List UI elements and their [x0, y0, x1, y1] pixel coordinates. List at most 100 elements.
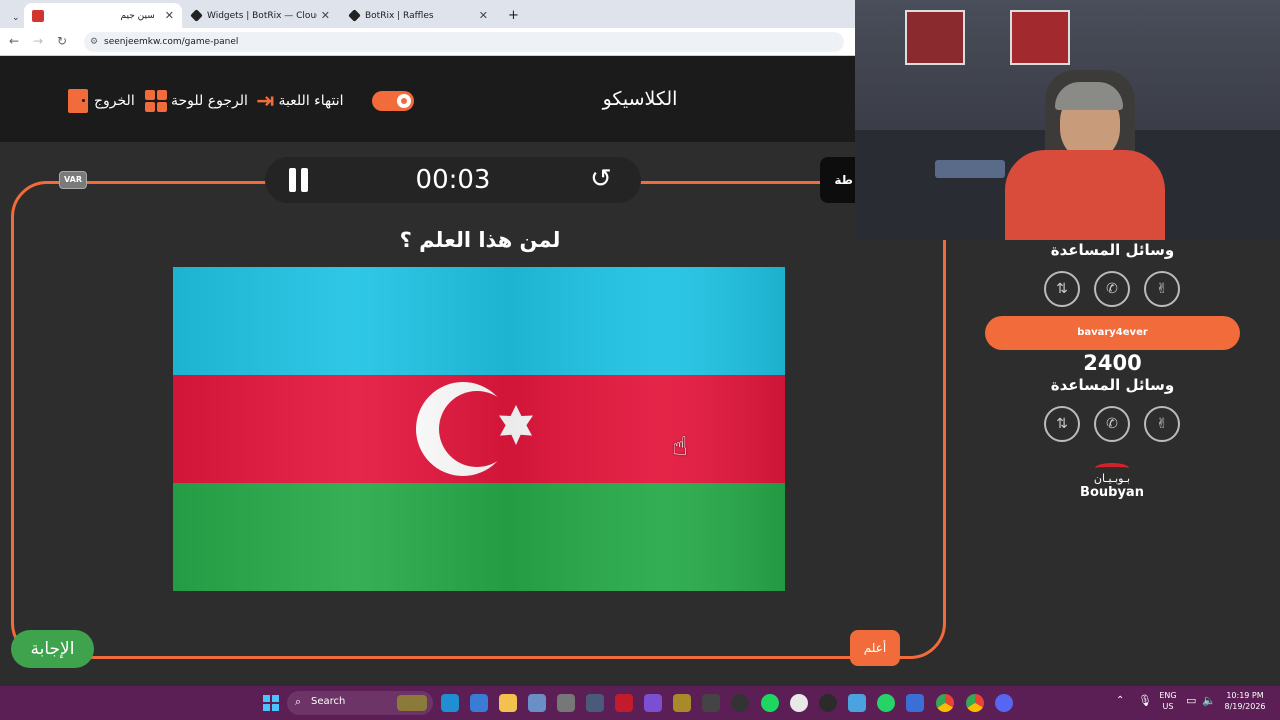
chatgpt-icon[interactable] — [790, 694, 808, 712]
clock[interactable]: 10:19 PM 8/19/2026 — [1220, 690, 1270, 712]
back-to-board-button[interactable]: الرجوع للوحة — [145, 88, 248, 114]
flag-image — [173, 267, 785, 591]
taskbar-search[interactable]: ⌕ Search — [287, 691, 433, 715]
back-arrow-icon[interactable]: ← — [9, 34, 19, 48]
restart-timer-icon[interactable]: ↺ — [590, 165, 612, 193]
back-to-board-label: الرجوع للوحة — [171, 93, 248, 109]
sponsor-name-en: Boubyan — [1080, 485, 1144, 500]
language-indicator[interactable]: ENG US — [1156, 690, 1180, 712]
swap-icon: ⇅ — [1056, 281, 1068, 297]
app-icon[interactable] — [557, 694, 575, 712]
app-icon[interactable] — [615, 694, 633, 712]
app-icon[interactable] — [848, 694, 866, 712]
app-icon[interactable] — [906, 694, 924, 712]
streamer-cap — [1055, 82, 1123, 110]
sponsor-name-ar: بـوبـيـان — [1093, 472, 1131, 485]
tab-botrix-raffles[interactable]: BotRix | Raffles ✕ — [342, 3, 496, 28]
sponsor-logo: بـوبـيـان Boubyan — [1070, 463, 1154, 500]
exit-door-icon — [68, 89, 88, 113]
end-game-button[interactable]: ⇥ انتهاء اللعبة — [256, 88, 343, 114]
close-icon[interactable]: ✕ — [321, 9, 330, 22]
botrix-favicon-icon — [190, 9, 203, 22]
whatsapp-icon[interactable] — [877, 694, 895, 712]
app-icon[interactable] — [470, 694, 488, 712]
jersey-frame — [905, 10, 965, 65]
grid-icon — [145, 90, 167, 112]
call-help-button[interactable]: ✆ — [1094, 271, 1130, 307]
address-bar: ← → ↻ ⚙ seenjeemkw.com/game-panel — [0, 28, 855, 56]
app-icon[interactable] — [528, 694, 546, 712]
pause-icon[interactable] — [289, 168, 309, 192]
new-tab-button[interactable]: + — [500, 3, 520, 28]
double-help-button[interactable]: ✌ — [1144, 271, 1180, 307]
microphone-icon[interactable]: 🎙 — [1138, 694, 1152, 707]
app-icon[interactable] — [644, 694, 662, 712]
double-help-button[interactable]: ✌ — [1144, 406, 1180, 442]
lang-top: ENG — [1159, 691, 1177, 700]
arrow-right-to-bar-icon: ⇥ — [256, 88, 275, 114]
reload-icon[interactable]: ↻ — [57, 34, 67, 48]
url-text: seenjeemkw.com/game-panel — [104, 37, 239, 47]
tab-botrix-widgets[interactable]: Widgets | BotRix — Cloud Strea ✕ — [184, 3, 338, 28]
app-icon[interactable] — [673, 694, 691, 712]
search-highlight-icon — [397, 695, 427, 711]
streamer-shirt — [1005, 150, 1165, 240]
game-title: الكلاسيكو — [602, 88, 678, 110]
exit-button[interactable]: الخروج — [68, 88, 135, 114]
clock-time: 10:19 PM — [1226, 691, 1264, 700]
swap-help-button[interactable]: ⇅ — [1044, 271, 1080, 307]
end-game-toggle[interactable] — [372, 91, 414, 111]
tab-seenjeem[interactable]: سين جيم ✕ — [24, 3, 182, 28]
victory-hand-icon: ✌ — [1156, 281, 1168, 297]
question-text: لمن هذا العلم ؟ — [399, 228, 561, 252]
victory-hand-icon: ✌ — [1156, 416, 1168, 432]
close-icon[interactable]: ✕ — [479, 9, 488, 22]
taskbar: ⌕ Search ⌃ 🎙 ENG US ▭ 🔈 10:19 PM 8/19/20… — [0, 686, 1280, 720]
timer-bar: 00:03 ↺ — [265, 157, 641, 203]
hand-cursor-icon: ☝ — [672, 432, 688, 462]
app-icon[interactable] — [702, 694, 720, 712]
toggle-knob — [397, 94, 411, 108]
end-game-label: انتهاء اللعبة — [278, 93, 344, 109]
browser-tab-bar: ⌄ سين جيم ✕ Widgets | BotRix — Cloud Str… — [0, 0, 855, 28]
botrix-favicon-icon — [348, 9, 361, 22]
speedometer-icon[interactable] — [731, 694, 749, 712]
spotify-icon[interactable] — [761, 694, 779, 712]
tab-label: سين جيم — [120, 10, 155, 21]
discord-icon[interactable] — [995, 694, 1013, 712]
app-icon[interactable] — [819, 694, 837, 712]
call-help-button[interactable]: ✆ — [1094, 406, 1130, 442]
player-score: 2400 — [1083, 351, 1142, 375]
speaker-icon[interactable]: 🔈 — [1202, 694, 1216, 707]
site-info-icon[interactable]: ⚙ — [90, 32, 98, 52]
close-icon[interactable]: ✕ — [165, 9, 174, 22]
timer-display: 00:03 — [415, 165, 491, 195]
answer-button[interactable]: الإجابة — [11, 630, 94, 668]
search-label: Search — [311, 696, 346, 707]
phone-icon: ✆ — [1106, 416, 1118, 432]
webcam-feed — [855, 0, 1280, 240]
var-badge[interactable]: VAR — [59, 171, 87, 189]
app-icon[interactable] — [586, 694, 604, 712]
phone-icon: ✆ — [1106, 281, 1118, 297]
chevron-up-icon[interactable]: ⌃ — [1116, 695, 1124, 706]
file-explorer-icon[interactable] — [499, 694, 517, 712]
edge-icon[interactable] — [441, 694, 459, 712]
jersey-frame — [1010, 10, 1070, 65]
swap-help-button[interactable]: ⇅ — [1044, 406, 1080, 442]
help-tools-title: وسائل المساعدة — [1050, 241, 1175, 259]
chevron-down-icon: ⌄ — [12, 12, 20, 23]
url-field[interactable]: ⚙ seenjeemkw.com/game-panel — [84, 32, 844, 52]
chrome-icon[interactable] — [966, 694, 984, 712]
help-tools-title: وسائل المساعدة — [1050, 376, 1175, 394]
forward-arrow-icon[interactable]: → — [33, 34, 43, 48]
desk-monitor — [935, 160, 1005, 178]
tab-search-button[interactable]: ⌄ — [4, 5, 24, 30]
tab-label: Widgets | BotRix — Cloud Strea — [207, 10, 317, 21]
monitor-icon[interactable]: ▭ — [1186, 694, 1196, 707]
seenjeem-favicon-icon — [32, 9, 44, 22]
swap-icon: ⇅ — [1056, 416, 1068, 432]
windows-start-icon[interactable] — [263, 695, 279, 711]
know-button[interactable]: أعلم — [850, 630, 900, 666]
chrome-icon[interactable] — [936, 694, 954, 712]
